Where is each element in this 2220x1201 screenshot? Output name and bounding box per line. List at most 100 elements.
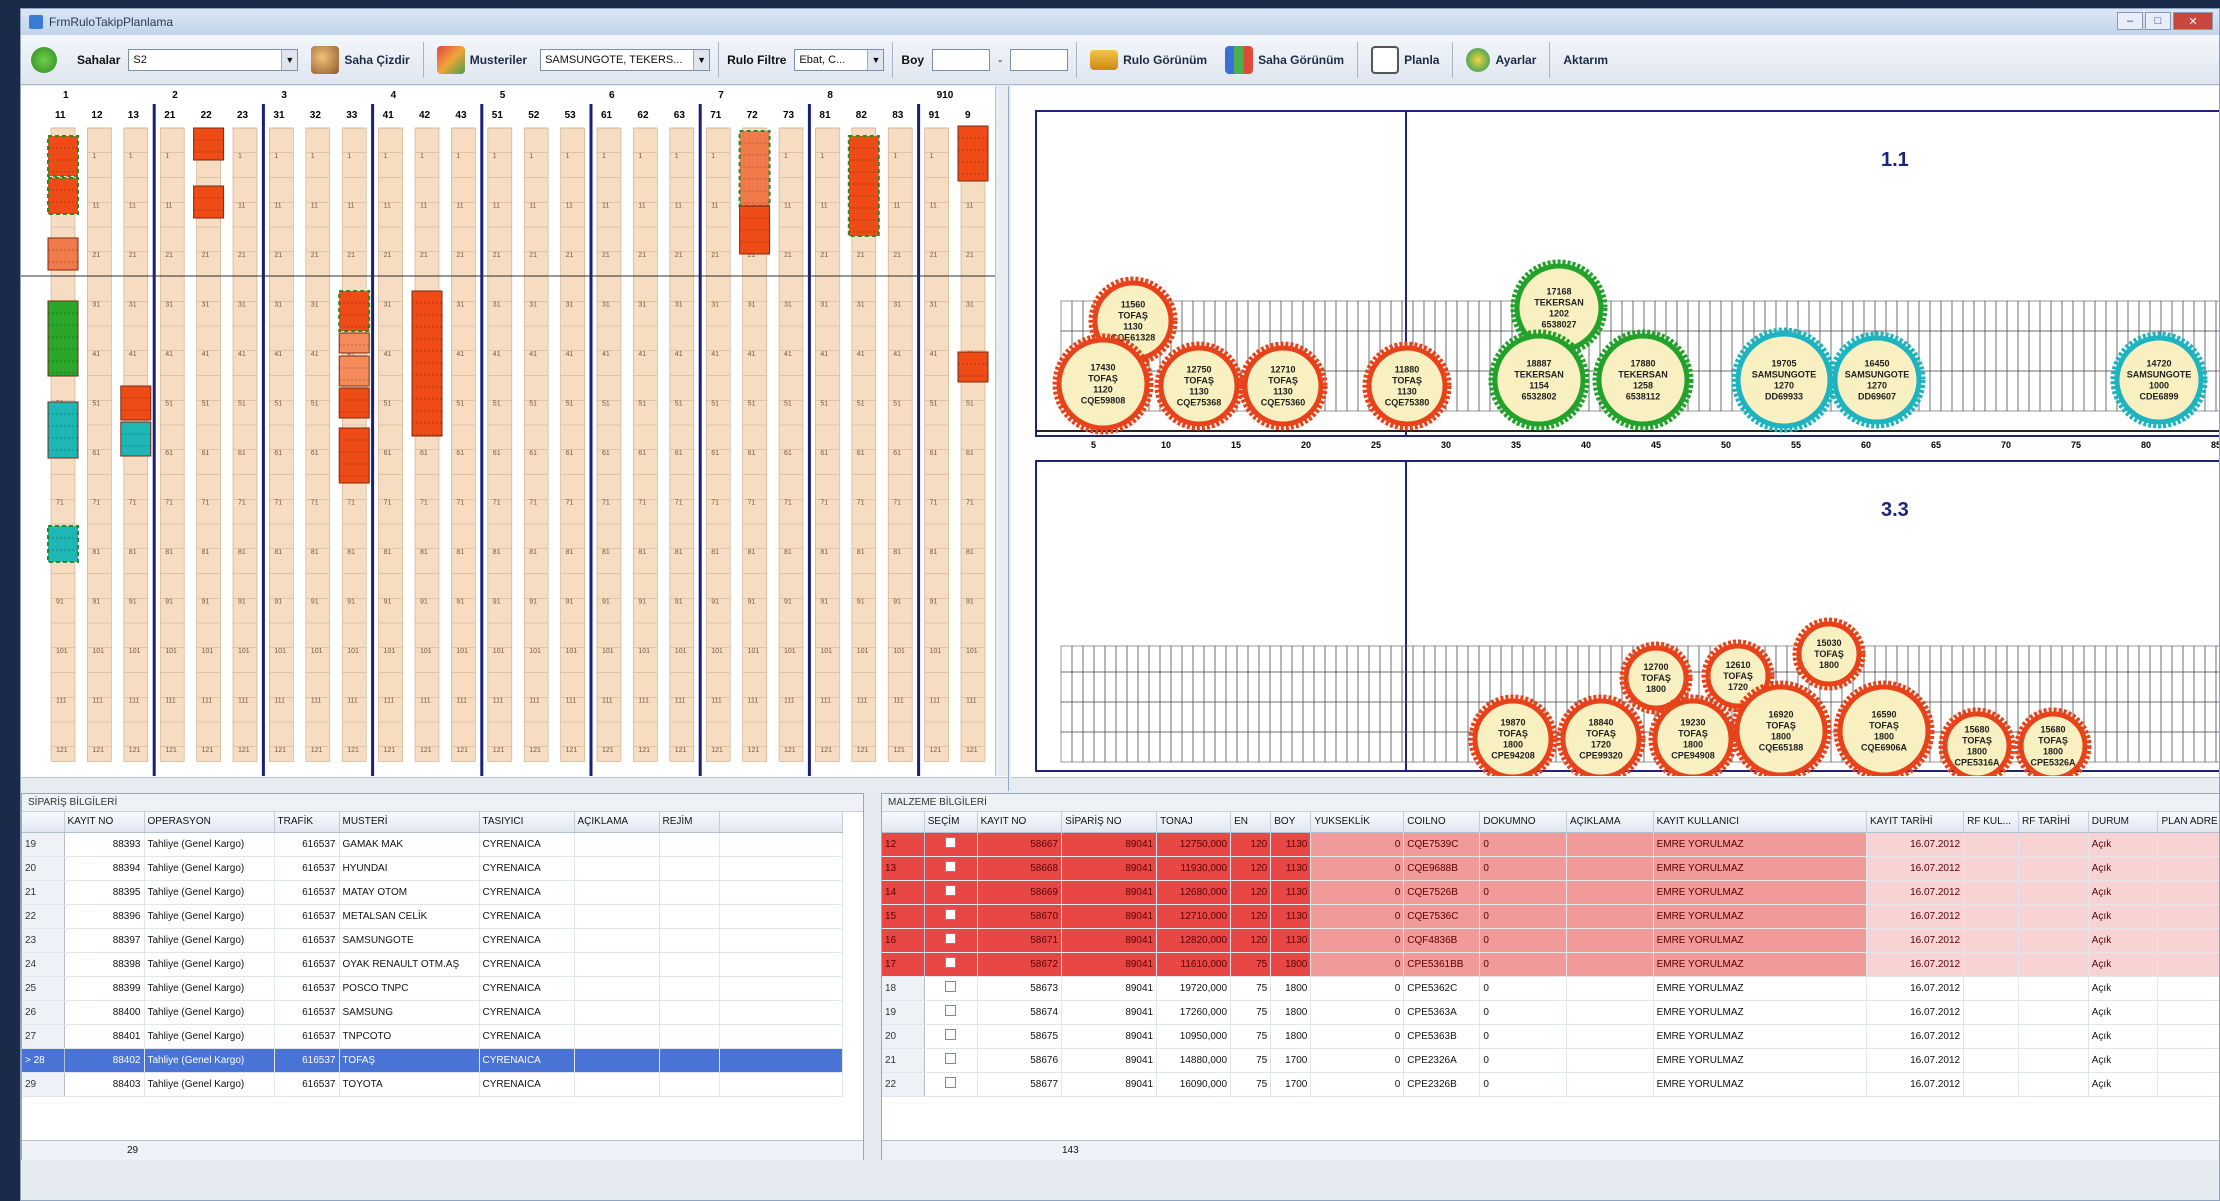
table-cell[interactable]: CYRENAICA [479, 1024, 575, 1049]
table-cell[interactable]: METALSAN CELİK [339, 904, 480, 929]
table-cell[interactable] [2157, 976, 2219, 1001]
table-cell[interactable]: CYRENAICA [479, 952, 575, 977]
column-header[interactable]: SİPARİŞ NO [1061, 812, 1158, 833]
column-header[interactable]: TONAJ [1156, 812, 1232, 833]
selection-checkbox[interactable] [945, 837, 957, 848]
table-cell[interactable]: 58669 [977, 880, 1063, 905]
column-header[interactable]: TRAFİK [274, 812, 340, 833]
table-cell[interactable] [2157, 1048, 2219, 1073]
table-cell[interactable]: 89041 [1061, 976, 1158, 1001]
table-cell[interactable]: Tahliye (Genel Kargo) [144, 856, 275, 881]
musteriler-combo[interactable]: SAMSUNGOTE, TEKERS... ▼ [540, 48, 711, 71]
table-cell[interactable]: 75 [1230, 976, 1272, 1001]
table-cell[interactable] [719, 1072, 843, 1097]
table-cell[interactable]: 0 [1479, 976, 1567, 1001]
table-row[interactable]: 19 58674 89041 17260,000 75 1800 0 CPE5363A 0 EMR… [882, 1000, 2219, 1025]
table-cell[interactable]: HYUNDAI [339, 856, 480, 881]
selection-checkbox[interactable] [945, 1005, 957, 1016]
table-cell[interactable] [924, 1024, 978, 1049]
column-header[interactable]: AÇIKLAMA [1566, 812, 1654, 833]
table-cell[interactable]: CYRENAICA [479, 904, 575, 929]
table-cell[interactable]: 616537 [274, 928, 340, 953]
storage-lane[interactable] [414, 127, 440, 762]
table-cell[interactable] [719, 1000, 843, 1025]
table-cell[interactable] [924, 928, 978, 953]
table-cell[interactable]: Açık [2088, 1072, 2159, 1097]
lane-canvas[interactable]: 1234567891011111213141516171819110111112… [21, 86, 996, 776]
table-cell[interactable]: 89041 [1061, 952, 1158, 977]
table-cell[interactable]: 89041 [1061, 904, 1158, 929]
table-cell[interactable] [1566, 856, 1654, 881]
table-cell[interactable]: GAMAK MAK [339, 832, 480, 857]
table-cell[interactable]: 89041 [1061, 880, 1158, 905]
table-cell[interactable]: EMRE YORULMAZ [1653, 952, 1867, 977]
table-cell[interactable]: Tahliye (Genel Kargo) [144, 904, 275, 929]
table-cell[interactable]: Tahliye (Genel Kargo) [144, 832, 275, 857]
table-cell[interactable] [574, 880, 660, 905]
table-cell[interactable] [924, 904, 978, 929]
table-row[interactable]: 15 58670 89041 12710,000 120 1130 0 CQE7536C 0 EM… [882, 904, 2219, 929]
table-cell[interactable] [659, 856, 720, 881]
table-cell[interactable] [2018, 1072, 2089, 1097]
chevron-down-icon[interactable]: ▼ [281, 49, 298, 70]
table-cell[interactable] [2157, 1000, 2219, 1025]
table-cell[interactable]: TOYOTA [339, 1072, 480, 1097]
table-cell[interactable]: Açık [2088, 1000, 2159, 1025]
table-cell[interactable]: CPE2326A [1403, 1048, 1481, 1073]
storage-lane[interactable] [887, 127, 913, 762]
table-cell[interactable]: 16.07.2012 [1866, 952, 1965, 977]
table-cell[interactable] [659, 1024, 720, 1049]
table-cell[interactable] [574, 976, 660, 1001]
table-cell[interactable]: 0 [1310, 1048, 1405, 1073]
table-cell[interactable] [719, 832, 843, 857]
table-cell[interactable]: 12750,000 [1156, 832, 1232, 857]
placed-coil-block[interactable] [957, 351, 989, 383]
table-cell[interactable]: 1800 [1270, 1024, 1312, 1049]
table-cell[interactable]: 0 [1310, 832, 1405, 857]
column-header[interactable]: KAYIT NO [64, 812, 145, 833]
table-cell[interactable] [2157, 1024, 2219, 1049]
selection-checkbox[interactable] [945, 861, 957, 872]
table-cell[interactable]: 0 [1479, 928, 1567, 953]
selection-checkbox[interactable] [945, 981, 957, 992]
table-cell[interactable] [1963, 1048, 2020, 1073]
table-cell[interactable]: CYRENAICA [479, 1000, 575, 1025]
table-cell[interactable] [1963, 856, 2020, 881]
table-cell[interactable]: 12710,000 [1156, 904, 1232, 929]
table-cell[interactable] [1566, 952, 1654, 977]
table-cell[interactable] [719, 904, 843, 929]
table-cell[interactable]: 75 [1230, 952, 1272, 977]
table-row[interactable]: 20 88394 Tahliye (Genel Kargo) 616537 HYUNDA… [22, 856, 843, 881]
chevron-down-icon[interactable]: ▼ [693, 49, 710, 70]
table-cell[interactable]: Tahliye (Genel Kargo) [144, 928, 275, 953]
column-header[interactable]: KAYIT KULLANICI [1653, 812, 1867, 833]
table-cell[interactable]: 120 [1230, 856, 1272, 881]
table-cell[interactable]: 16.07.2012 [1866, 904, 1965, 929]
table-cell[interactable]: 0 [1479, 832, 1567, 857]
table-cell[interactable]: Açık [2088, 928, 2159, 953]
column-header[interactable]: EN [1230, 812, 1272, 833]
table-cell[interactable]: 16.07.2012 [1866, 1000, 1965, 1025]
table-cell[interactable]: 16.07.2012 [1866, 1072, 1965, 1097]
column-header[interactable]: YUKSEKLİK [1310, 812, 1405, 833]
table-cell[interactable]: > 28 [22, 1048, 65, 1073]
table-cell[interactable]: 10950,000 [1156, 1024, 1232, 1049]
table-cell[interactable]: TNPCOTO [339, 1024, 480, 1049]
table-cell[interactable]: 16.07.2012 [1866, 856, 1965, 881]
table-cell[interactable] [924, 856, 978, 881]
boy-min-input[interactable] [932, 48, 991, 71]
rulo-filtre-combo[interactable]: Ebat, C... ▼ [794, 48, 885, 71]
table-cell[interactable] [924, 1072, 978, 1097]
table-row[interactable]: 16 58671 89041 12820,000 120 1130 0 CQF4836B 0 EM… [882, 928, 2219, 953]
table-cell[interactable] [2018, 1000, 2089, 1025]
table-cell[interactable] [2157, 904, 2219, 929]
table-cell[interactable]: Tahliye (Genel Kargo) [144, 1000, 275, 1025]
table-cell[interactable] [1566, 928, 1654, 953]
table-cell[interactable]: MATAY OTOM [339, 880, 480, 905]
coil-bottom[interactable]: 19870TOFAŞ1800CPE94208 [1468, 694, 1558, 784]
table-cell[interactable] [719, 952, 843, 977]
table-cell[interactable]: 1700 [1270, 1048, 1312, 1073]
column-header[interactable]: SEÇİM [924, 812, 978, 833]
storage-lane[interactable] [778, 127, 804, 762]
storage-lane[interactable] [596, 127, 622, 762]
